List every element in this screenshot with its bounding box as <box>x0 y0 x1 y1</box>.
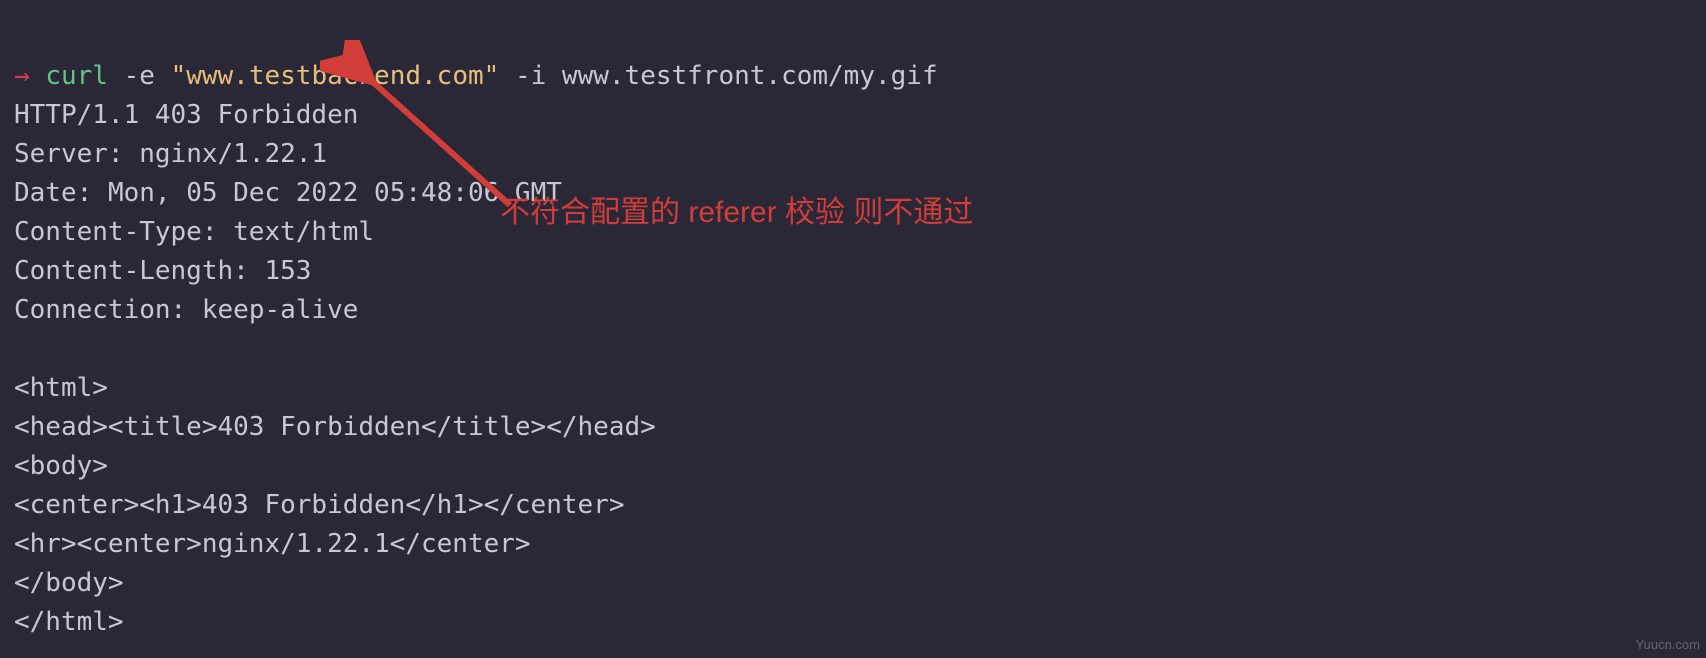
header-value: Mon, 05 Dec 2022 05:48:06 GMT <box>108 178 562 208</box>
response-body-line: <center><h1>403 Forbidden</h1></center> <box>14 490 624 520</box>
header-name: Content-Type <box>14 217 202 247</box>
watermark: Yuucn.com <box>1636 635 1700 655</box>
header-value: keep-alive <box>202 295 359 325</box>
command-flag-e: -e <box>124 61 155 91</box>
command-flag-i: -i <box>515 61 546 91</box>
response-body-line: <head><title>403 Forbidden</title></head… <box>14 412 656 442</box>
http-status-line: HTTP/1.1 403 Forbidden <box>14 100 358 130</box>
header-name: Content-Length <box>14 256 233 286</box>
command-url: www.testfront.com/my.gif <box>562 61 938 91</box>
terminal-output: → curl -e "www.testbackend.com" -i www.t… <box>0 0 1706 642</box>
header-value: nginx/1.22.1 <box>139 139 327 169</box>
response-body-line: </body> <box>14 568 124 598</box>
header-value: text/html <box>233 217 374 247</box>
prompt-arrow: → <box>14 61 30 91</box>
command-name: curl <box>45 61 108 91</box>
header-name: Date <box>14 178 77 208</box>
response-body-line: <body> <box>14 451 108 481</box>
header-name: Server <box>14 139 108 169</box>
command-referer-arg: "www.testbackend.com" <box>171 61 500 91</box>
response-body-line: <hr><center>nginx/1.22.1</center> <box>14 529 531 559</box>
annotation-text: 不符合配置的 referer 校验 则不通过 <box>500 190 973 235</box>
response-body-line: <html> <box>14 373 108 403</box>
header-name: Connection <box>14 295 171 325</box>
header-value: 153 <box>264 256 311 286</box>
response-body-line: </html> <box>14 607 124 637</box>
